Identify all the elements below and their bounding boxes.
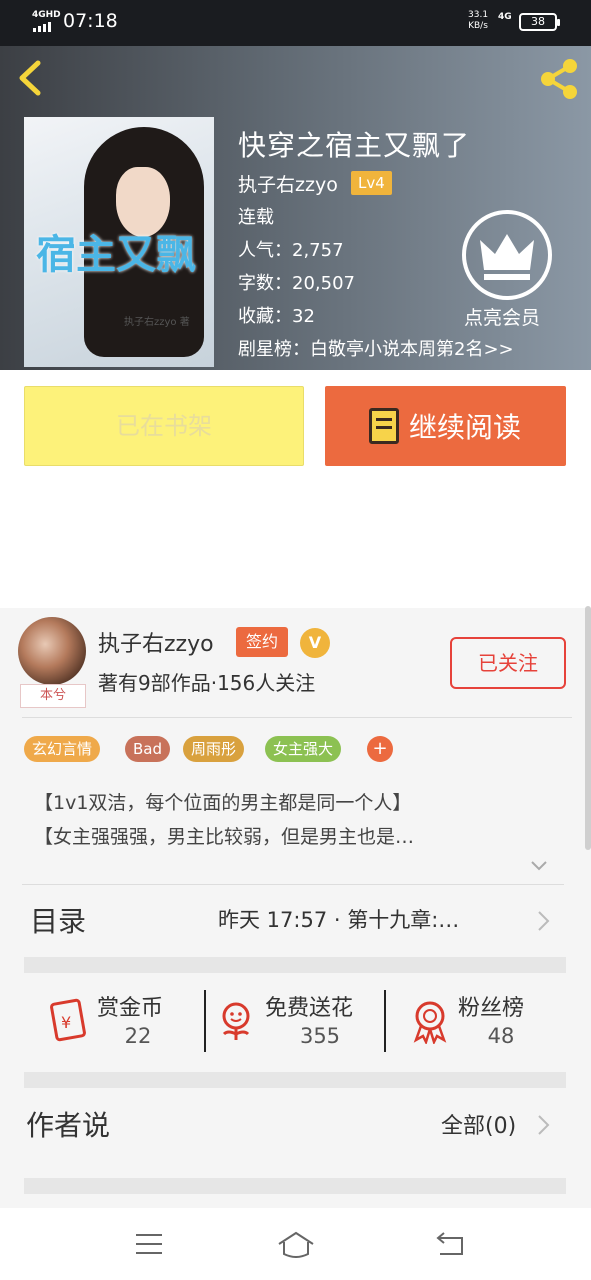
- scrollbar[interactable]: [585, 606, 591, 850]
- signed-badge: 签约: [236, 627, 289, 657]
- network-speed: 33.1 KB/s: [468, 10, 489, 31]
- medal-icon[interactable]: [406, 996, 454, 1044]
- author-stats: 著有9部作品·156人关注: [98, 671, 316, 695]
- author-name[interactable]: 执子右zzyo: [98, 626, 214, 658]
- book-favorites: 收藏：32: [238, 306, 315, 327]
- section-separator: [24, 1072, 566, 1088]
- divider: [22, 717, 572, 718]
- followed-button[interactable]: 已关注: [450, 637, 566, 689]
- continue-reading-label: 继续阅读: [409, 411, 522, 444]
- free-flowers-value: 355: [299, 1024, 341, 1048]
- book-status: 连载: [238, 207, 274, 228]
- tag-xuanhuan[interactable]: 玄幻言情: [24, 736, 101, 762]
- fan-ranking-value: 48: [487, 1024, 515, 1048]
- crown-icon: [480, 234, 534, 280]
- signal-icon: [33, 22, 51, 32]
- tag-zhouyutong[interactable]: 周雨彤: [183, 736, 245, 762]
- section-separator: [24, 957, 566, 973]
- system-navigation-bar: [0, 1210, 591, 1280]
- section-separator: [24, 1178, 566, 1194]
- continue-reading-button[interactable]: 继续阅读: [325, 386, 566, 466]
- book-author[interactable]: 执子右zzyo: [238, 170, 338, 197]
- stat-divider: [384, 990, 386, 1052]
- tag-strong-heroine[interactable]: 女主强大: [265, 736, 342, 762]
- network-type: 4GHD: [32, 10, 61, 20]
- book-title: 快穿之宿主又飘了: [238, 129, 471, 162]
- red-envelope-icon[interactable]: ¥: [44, 996, 92, 1044]
- cover-author: 执子右zzyo 著: [124, 317, 190, 328]
- reward-coins-value: 22: [124, 1024, 152, 1048]
- book-icon: [369, 408, 399, 444]
- back-arrow-icon[interactable]: [14, 58, 48, 98]
- stat-divider: [204, 990, 206, 1052]
- level-badge: Lv4: [351, 171, 392, 195]
- author-says-title: 作者说: [26, 1109, 111, 1142]
- description-line-2: 【女主强强强，男主比较弱，但是男主也是…: [34, 826, 415, 848]
- cover-face: [116, 167, 170, 237]
- ranking-link[interactable]: 剧星榜：白敬亭小说本周第2名>>: [238, 335, 514, 361]
- svg-text:¥: ¥: [61, 1013, 71, 1032]
- home-icon[interactable]: [276, 1230, 316, 1258]
- lte-indicator: 4G: [498, 12, 512, 22]
- add-tag-button[interactable]: +: [367, 736, 393, 762]
- divider: [22, 884, 564, 885]
- free-flowers-label[interactable]: 免费送花: [265, 990, 353, 1022]
- book-word-count: 字数：20,507: [238, 273, 355, 294]
- avatar-frame-tag: 本兮: [20, 684, 86, 708]
- fan-ranking-label[interactable]: 粉丝榜: [458, 990, 524, 1022]
- author-says-all-link[interactable]: 全部(0): [441, 1108, 516, 1140]
- menu-icon[interactable]: [134, 1232, 164, 1256]
- clock: 07:18: [63, 10, 118, 32]
- verified-v-icon: V: [300, 628, 330, 658]
- cover-title: 宿主又飘: [36, 231, 196, 278]
- flower-icon[interactable]: [212, 996, 260, 1044]
- description-line-1: 【1v1双洁，每个位面的男主都是同一个人】: [34, 792, 412, 814]
- book-popularity: 人气：2,757: [238, 240, 344, 261]
- battery-icon: 38: [519, 13, 560, 31]
- chevron-right-icon[interactable]: [536, 910, 550, 932]
- latest-chapter[interactable]: 昨天 17:57 · 第十九章:…: [218, 904, 530, 934]
- vip-label[interactable]: 点亮会员: [464, 303, 540, 330]
- tag-bad[interactable]: Bad: [125, 736, 171, 762]
- reward-coins-label[interactable]: 赏金币: [97, 990, 163, 1022]
- book-cover[interactable]: 宿主又飘 执子右zzyo 著: [24, 117, 214, 367]
- author-avatar[interactable]: [18, 617, 86, 685]
- chevron-down-icon[interactable]: [530, 860, 548, 872]
- in-bookshelf-button[interactable]: 已在书架: [24, 386, 304, 466]
- vip-crown-button[interactable]: [462, 210, 552, 300]
- share-icon[interactable]: [536, 56, 582, 102]
- status-bar: 4GHD 07:18 33.1 KB/s 4G 38: [0, 0, 591, 46]
- back-icon[interactable]: [434, 1230, 466, 1258]
- catalog-title[interactable]: 目录: [30, 900, 86, 940]
- chevron-right-icon[interactable]: [536, 1114, 550, 1136]
